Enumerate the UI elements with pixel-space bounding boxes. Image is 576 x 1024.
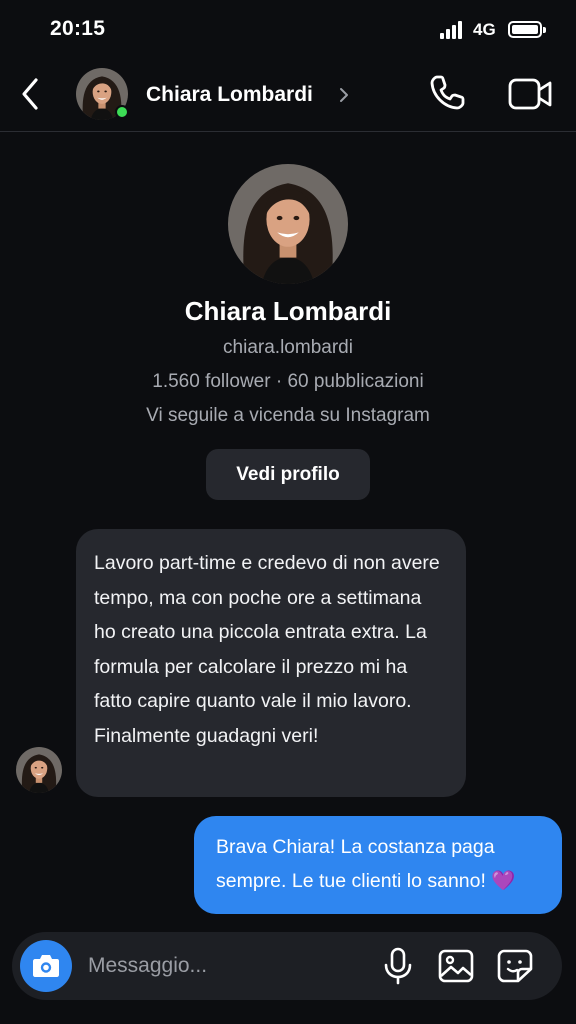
- profile-stats: 1.560 follower · 60 pubblicazioni: [152, 371, 424, 392]
- header-avatar[interactable]: [76, 68, 129, 120]
- sticker-icon: [497, 949, 533, 983]
- camera-button[interactable]: [20, 940, 72, 992]
- gallery-icon: [438, 949, 474, 983]
- network-type-label: 4G: [473, 20, 496, 39]
- profile-name: Chiara Lombardi: [184, 296, 392, 326]
- view-profile-button[interactable]: Vedi profilo: [206, 449, 370, 500]
- incoming-message-bubble[interactable]: Lavoro part-time e credevo di non avere …: [76, 529, 466, 797]
- battery-icon: [508, 21, 546, 38]
- video-call-button[interactable]: [507, 74, 553, 114]
- chat-header: Chiara Lombardi: [0, 60, 576, 132]
- sender-avatar[interactable]: [16, 747, 62, 793]
- chevron-left-icon: [22, 78, 38, 110]
- status-bar: 20:15 4G: [0, 0, 576, 60]
- message-composer: [12, 932, 562, 1000]
- profile-avatar[interactable]: [228, 164, 348, 284]
- back-button[interactable]: [16, 74, 48, 114]
- chevron-right-icon[interactable]: [338, 86, 350, 104]
- outgoing-message-bubble[interactable]: Brava Chiara! La costanza paga sempre. L…: [194, 816, 562, 914]
- microphone-icon: [384, 947, 412, 985]
- profile-username: chiara.lombardi: [223, 337, 353, 358]
- call-button[interactable]: [426, 72, 468, 114]
- video-camera-icon: [508, 78, 552, 110]
- mutual-follow-note: Vi seguile a vicenda su Instagram: [146, 405, 430, 426]
- contact-name[interactable]: Chiara Lombardi: [146, 83, 313, 107]
- sticker-button[interactable]: [496, 948, 534, 984]
- profile-avatar-image: [228, 164, 348, 284]
- phone-icon: [430, 75, 465, 110]
- message-input[interactable]: [88, 947, 368, 985]
- online-status-indicator: [115, 105, 129, 119]
- signal-strength-icon: [440, 21, 466, 39]
- voice-message-button[interactable]: [380, 947, 416, 985]
- gallery-button[interactable]: [437, 948, 475, 984]
- sender-avatar-image: [16, 747, 62, 793]
- camera-icon: [33, 955, 59, 977]
- status-time: 20:15: [50, 17, 106, 40]
